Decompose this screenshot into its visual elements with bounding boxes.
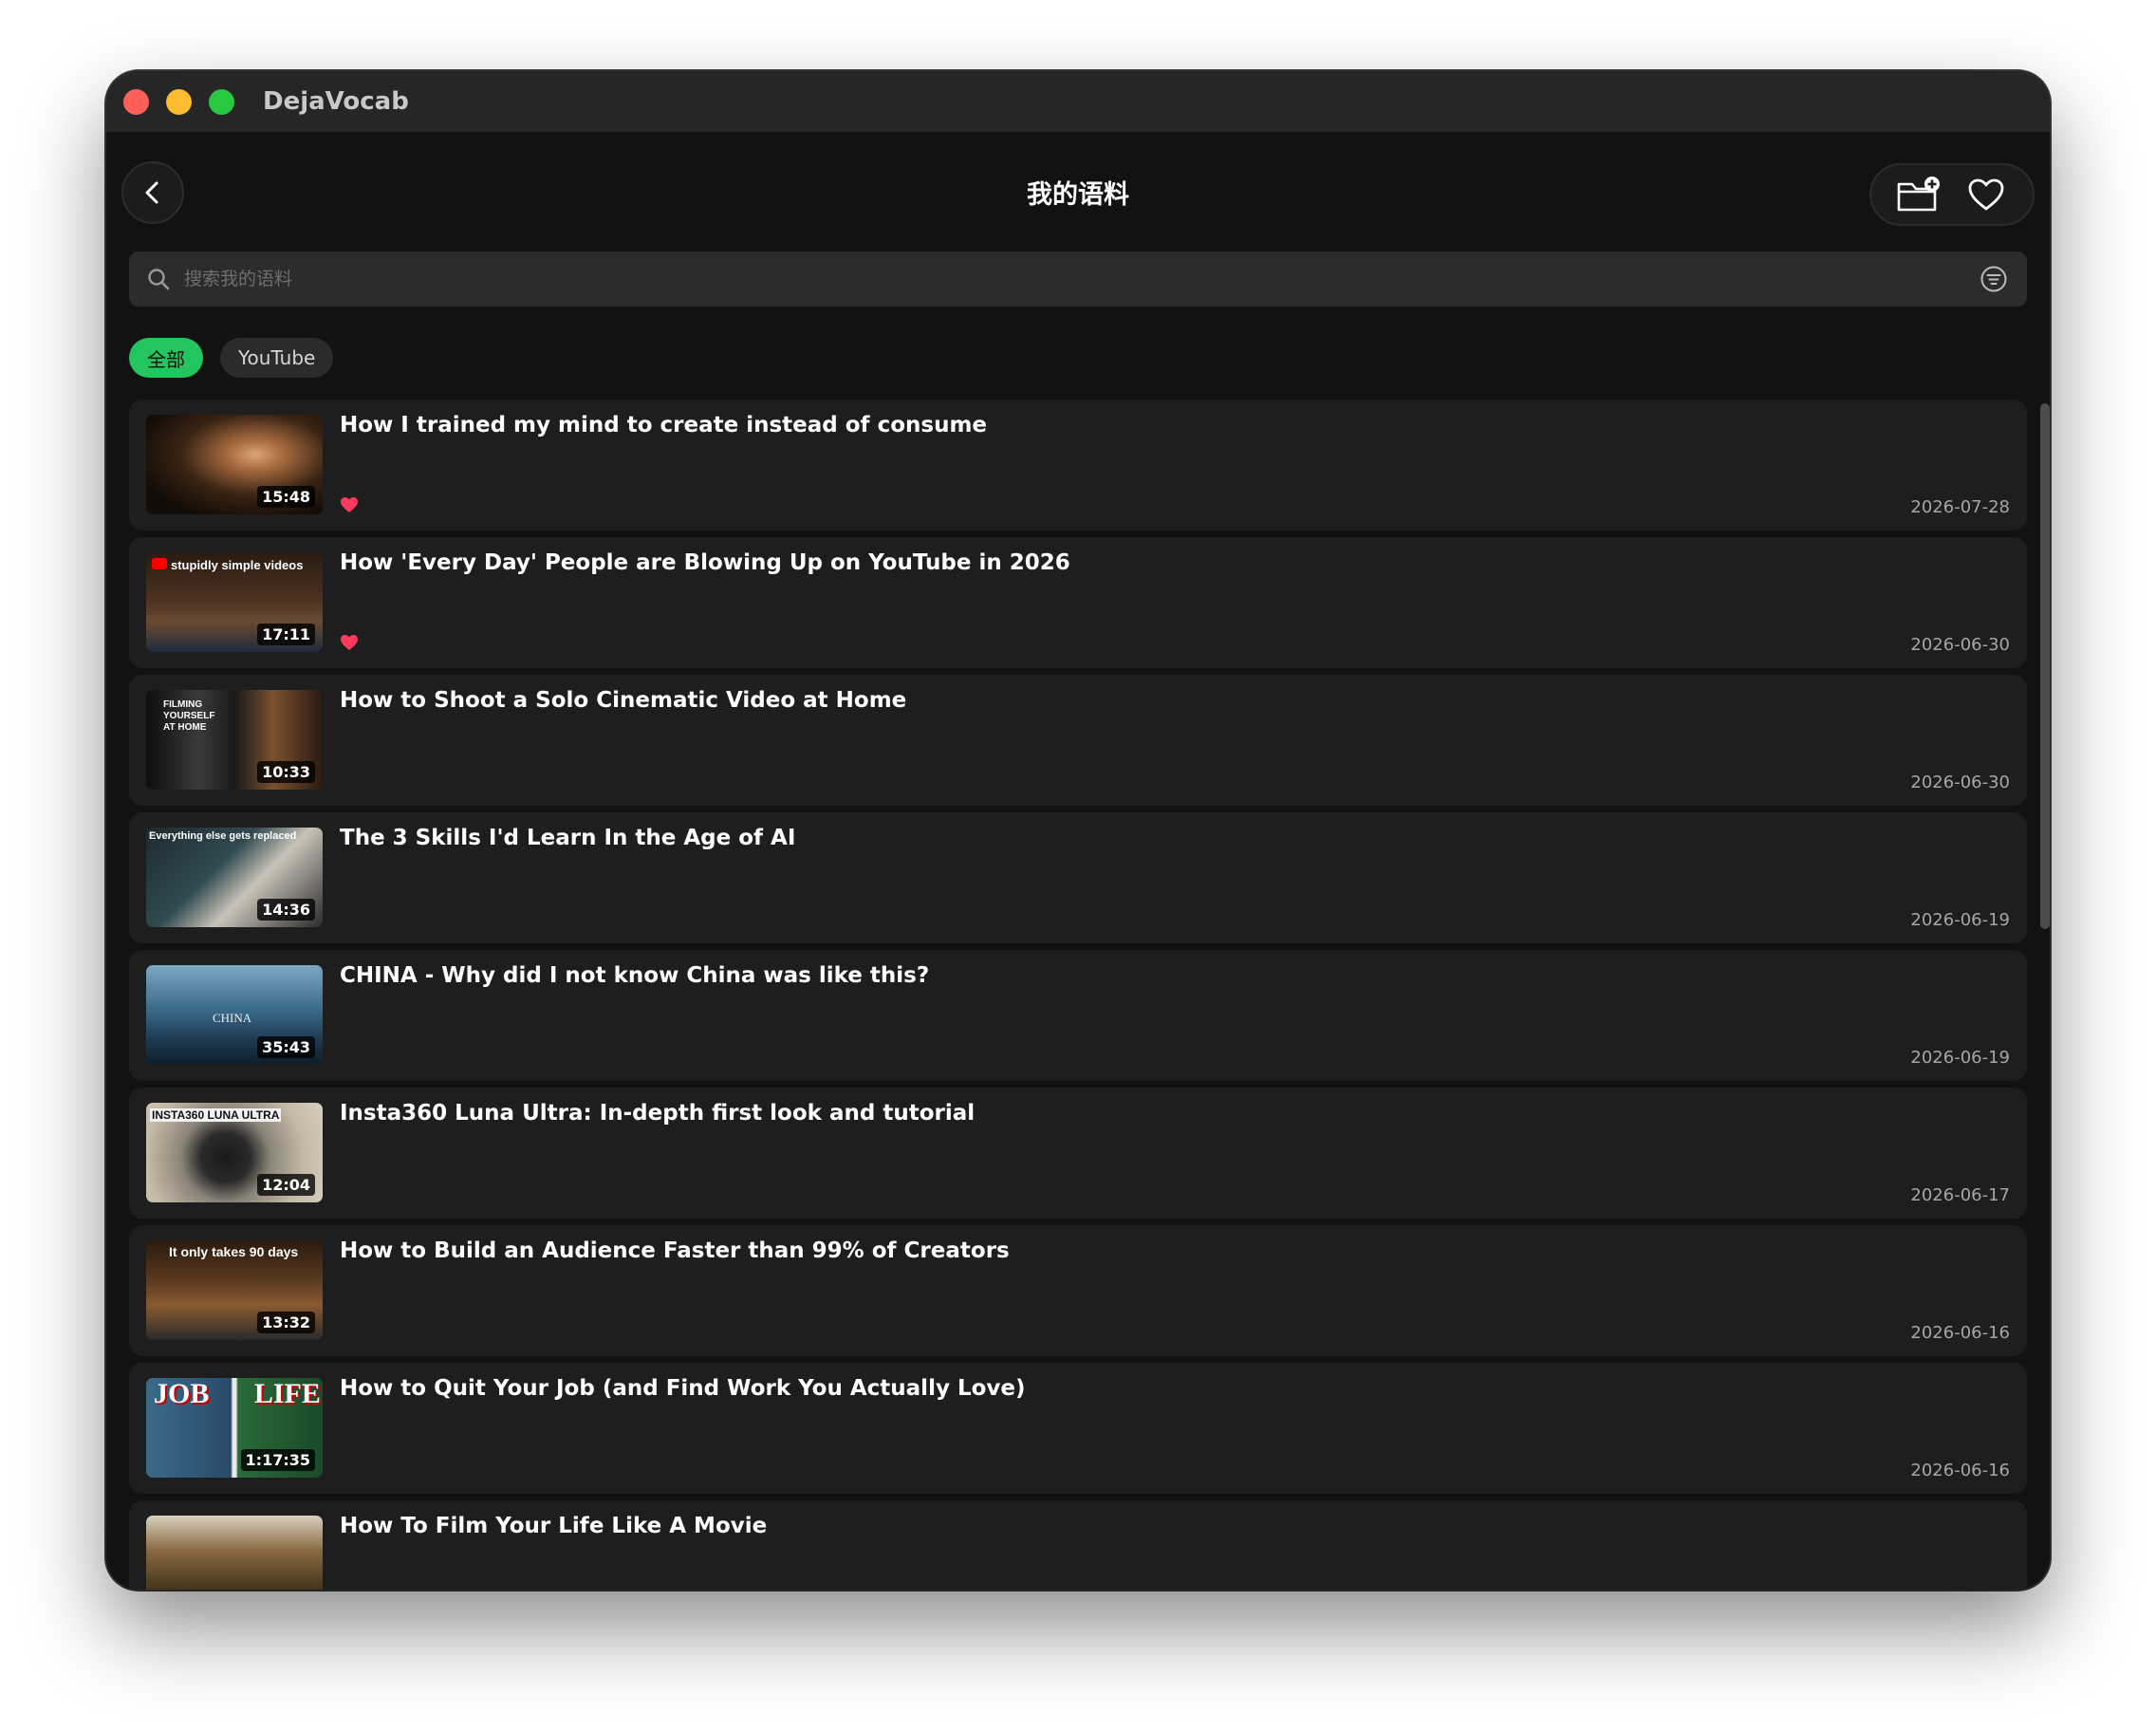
item-date: 2026-06-16 <box>1910 1323 2010 1343</box>
item-title: How to Shoot a Solo Cinematic Video at H… <box>340 688 907 713</box>
item-title: How to Quit Your Job (and Find Work You … <box>340 1376 1026 1401</box>
chip-all[interactable]: 全部 <box>129 338 203 378</box>
video-thumbnail <box>146 1516 323 1590</box>
favorites-button[interactable] <box>1961 170 2011 219</box>
search-icon <box>146 266 173 292</box>
item-title: How to Build an Audience Faster than 99%… <box>340 1238 1010 1263</box>
item-title: How I trained my mind to create instead … <box>340 413 988 437</box>
duration-badge: 1:17:35 <box>240 1449 315 1471</box>
thumbnail-caption: CHINA <box>213 1011 252 1025</box>
item-date: 2026-06-16 <box>1910 1461 2010 1480</box>
duration-badge: 15:48 <box>257 486 315 508</box>
video-thumbnail: JOB LIFE 1:17:35 <box>146 1378 323 1478</box>
list-item[interactable]: INSTA360 LUNA ULTRA 12:04 Insta360 Luna … <box>129 1088 2027 1219</box>
item-date: 2026-07-28 <box>1910 497 2010 517</box>
source-filter-chips: 全部 YouTube <box>129 338 334 378</box>
list-item[interactable]: JOB LIFE 1:17:35 How to Quit Your Job (a… <box>129 1363 2027 1494</box>
list-scrollbar[interactable] <box>2040 403 2050 929</box>
thumbnail-caption: It only takes 90 days <box>169 1244 299 1259</box>
app-title: DejaVocab <box>263 87 409 116</box>
list-item[interactable]: How To Film Your Life Like A Movie <box>129 1500 2027 1590</box>
favorite-heart-icon <box>341 497 358 512</box>
title-bar: DejaVocab <box>106 71 2050 132</box>
folder-plus-icon <box>1897 177 1940 212</box>
thumbnail-caption: stupidly simple videos <box>171 558 304 572</box>
duration-badge: 10:33 <box>257 761 315 783</box>
new-folder-button[interactable] <box>1894 170 1943 219</box>
favorite-heart-icon <box>341 635 358 650</box>
video-thumbnail: CHINA 35:43 <box>146 965 323 1065</box>
thumbnail-caption: JOB LIFE <box>154 1378 321 1409</box>
corpus-list: 15:48 How I trained my mind to create in… <box>129 400 2027 1590</box>
filter-lines-icon <box>1980 266 2007 292</box>
item-title: Insta360 Luna Ultra: In-depth first look… <box>340 1101 976 1126</box>
duration-badge: 12:04 <box>257 1174 315 1196</box>
item-title: How 'Every Day' People are Blowing Up on… <box>340 550 1070 575</box>
list-item[interactable]: Everything else gets replaced 14:36 The … <box>129 812 2027 943</box>
video-thumbnail: stupidly simple videos 17:11 <box>146 552 323 652</box>
video-thumbnail: 15:48 <box>146 415 323 514</box>
item-date: 2026-06-30 <box>1910 772 2010 792</box>
duration-badge: 17:11 <box>257 624 315 645</box>
item-title: The 3 Skills I'd Learn In the Age of AI <box>340 826 796 850</box>
duration-badge: 13:32 <box>257 1312 315 1333</box>
item-date: 2026-06-17 <box>1910 1185 2010 1205</box>
header-actions <box>1869 163 2035 226</box>
duration-badge: 14:36 <box>257 899 315 921</box>
item-title: How To Film Your Life Like A Movie <box>340 1514 768 1538</box>
video-thumbnail: FILMING YOURSELF AT HOME 10:33 <box>146 690 323 790</box>
filter-button[interactable] <box>1978 263 2010 295</box>
window-controls <box>123 88 234 115</box>
list-item[interactable]: It only takes 90 days 13:32 How to Build… <box>129 1225 2027 1356</box>
zoom-window-button[interactable] <box>209 88 234 115</box>
item-date: 2026-06-30 <box>1910 635 2010 655</box>
list-item[interactable]: stupidly simple videos 17:11 How 'Every … <box>129 537 2027 668</box>
video-thumbnail: Everything else gets replaced 14:36 <box>146 828 323 927</box>
app-window: DejaVocab 我的语料 搜索我的语料 全部 YouTube 15:48 H… <box>106 71 2050 1590</box>
close-window-button[interactable] <box>123 88 149 115</box>
thumbnail-caption: FILMING YOURSELF AT HOME <box>163 699 215 733</box>
item-title: CHINA - Why did I not know China was lik… <box>340 963 930 988</box>
youtube-logo-icon <box>152 558 167 569</box>
search-input[interactable] <box>182 268 1978 290</box>
thumbnail-caption: Everything else gets replaced <box>149 830 297 842</box>
video-thumbnail: It only takes 90 days 13:32 <box>146 1240 323 1340</box>
page-title: 我的语料 <box>1027 180 1129 210</box>
list-item[interactable]: FILMING YOURSELF AT HOME 10:33 How to Sh… <box>129 675 2027 806</box>
item-date: 2026-06-19 <box>1910 1048 2010 1068</box>
chip-youtube[interactable]: YouTube <box>220 338 334 378</box>
minimize-window-button[interactable] <box>166 88 192 115</box>
heart-outline-icon <box>1968 178 2003 211</box>
thumbnail-caption: INSTA360 LUNA ULTRA <box>150 1108 282 1122</box>
video-thumbnail: INSTA360 LUNA ULTRA 12:04 <box>146 1103 323 1202</box>
duration-badge: 35:43 <box>257 1036 315 1058</box>
search-bar <box>129 251 2027 307</box>
list-item[interactable]: 15:48 How I trained my mind to create in… <box>129 400 2027 530</box>
item-date: 2026-06-19 <box>1910 910 2010 930</box>
list-item[interactable]: CHINA 35:43 CHINA - Why did I not know C… <box>129 950 2027 1081</box>
